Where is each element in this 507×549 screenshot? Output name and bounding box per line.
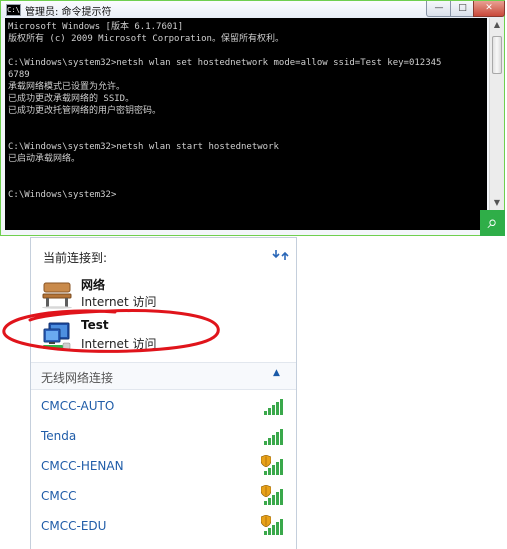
- connection-name: 网络: [81, 278, 106, 292]
- scroll-down-arrow-icon[interactable]: ▼: [490, 196, 504, 210]
- wifi-name: CMCC-EDU: [41, 519, 107, 533]
- security-shield-icon: [261, 485, 271, 497]
- console-text: Microsoft Windows [版本 6.1.7601] 版权所有 (c)…: [8, 22, 442, 200]
- cmd-app-icon: C:\: [6, 4, 21, 16]
- connection-status: Internet 访问: [81, 337, 157, 351]
- security-shield-icon: [261, 515, 271, 527]
- wifi-item-tenda[interactable]: Tenda: [31, 422, 296, 452]
- vertical-scrollbar[interactable]: ▲ ▼: [489, 18, 504, 230]
- cmd-window: C:\ 管理员: 命令提示符 — □ ✕ Microsoft Windows […: [0, 0, 505, 236]
- minimize-button[interactable]: —: [426, 1, 452, 17]
- scroll-up-arrow-icon[interactable]: ▲: [490, 18, 504, 32]
- computer-network-icon: [43, 322, 71, 350]
- security-shield-icon: [261, 455, 271, 467]
- connection-item-test[interactable]: Test Internet 访问: [39, 318, 289, 356]
- scrollbar-thumb[interactable]: [492, 36, 502, 74]
- wifi-name: CMCC-HENAN: [41, 459, 124, 473]
- wifi-name: CMCC: [41, 489, 77, 503]
- wifi-name: CMCC-AUTO: [41, 399, 115, 413]
- currently-connected-heading: 当前连接到:: [43, 251, 108, 265]
- zoom-search-icon[interactable]: ⌕: [480, 210, 505, 236]
- console-output[interactable]: Microsoft Windows [版本 6.1.7601] 版权所有 (c)…: [5, 18, 487, 230]
- bench-network-icon: [42, 282, 72, 309]
- signal-strength-icon: [264, 399, 283, 415]
- close-button[interactable]: ✕: [473, 1, 505, 17]
- network-flyout: 当前连接到: 网络 Internet 访问 Test Internet 访问 无…: [30, 237, 297, 549]
- wireless-section-header[interactable]: 无线网络连接 ▲: [31, 362, 296, 390]
- wifi-item-cmcc[interactable]: CMCC: [31, 482, 296, 512]
- collapse-chevron-icon[interactable]: ▲: [273, 368, 280, 378]
- wifi-item-cmcc-edu[interactable]: CMCC-EDU: [31, 512, 296, 542]
- window-title: 管理员: 命令提示符: [25, 7, 112, 18]
- signal-strength-icon: [264, 429, 283, 445]
- wifi-item-cmcc-henan[interactable]: CMCC-HENAN: [31, 452, 296, 482]
- cmd-titlebar[interactable]: C:\ 管理员: 命令提示符 — □ ✕: [1, 1, 505, 18]
- wifi-network-list: CMCC-AUTO Tenda CMCC-HENAN CMCC CMCC-EDU: [31, 392, 296, 542]
- connection-status: Internet 访问: [81, 295, 157, 309]
- connection-name: Test: [81, 318, 109, 332]
- connection-item-network[interactable]: 网络 Internet 访问: [39, 276, 289, 314]
- wifi-name: Tenda: [41, 429, 77, 443]
- refresh-icon[interactable]: [272, 247, 290, 263]
- wifi-item-cmcc-auto[interactable]: CMCC-AUTO: [31, 392, 296, 422]
- maximize-button[interactable]: □: [450, 1, 475, 17]
- flyout-right-border: [296, 237, 297, 549]
- wireless-section-label: 无线网络连接: [41, 371, 114, 385]
